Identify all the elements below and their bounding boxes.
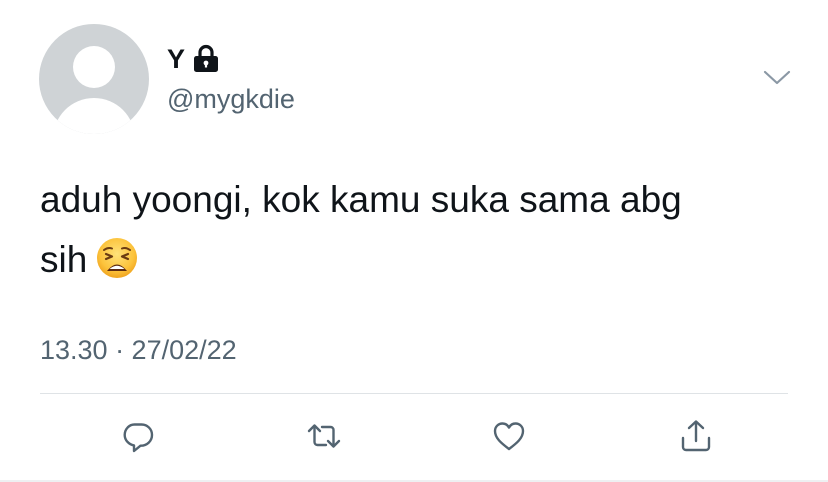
tweet-text-line1: aduh yoongi, kok kamu suka sama abg: [40, 179, 682, 220]
divider: [40, 393, 788, 394]
chevron-down-icon[interactable]: [762, 66, 792, 90]
avatar-body-shape: [53, 98, 135, 134]
share-button[interactable]: [674, 414, 718, 458]
tweet-card: Y @mygkdie aduh yoongi, kok kamu suka sa…: [0, 0, 828, 482]
like-button[interactable]: [487, 414, 531, 458]
tweet-timestamp[interactable]: 13.30 · 27/02/22: [40, 332, 237, 368]
retweet-icon: [307, 424, 341, 448]
avatar[interactable]: [39, 24, 149, 134]
tweet-text: aduh yoongi, kok kamu suka sama abg sih: [40, 170, 800, 290]
weary-face-emoji-icon: [95, 236, 139, 280]
tweet-text-line2: sih: [40, 239, 88, 280]
heart-icon: [493, 422, 525, 451]
display-name[interactable]: Y: [167, 42, 185, 76]
reply-button[interactable]: [116, 414, 160, 458]
share-icon: [681, 420, 711, 452]
retweet-button[interactable]: [302, 414, 346, 458]
avatar-head-shape: [73, 46, 115, 88]
user-handle[interactable]: @mygkdie: [167, 82, 295, 116]
action-bar: [0, 414, 828, 458]
author-name-row: Y: [167, 42, 221, 76]
lock-icon: [191, 43, 221, 75]
reply-icon: [123, 423, 154, 453]
